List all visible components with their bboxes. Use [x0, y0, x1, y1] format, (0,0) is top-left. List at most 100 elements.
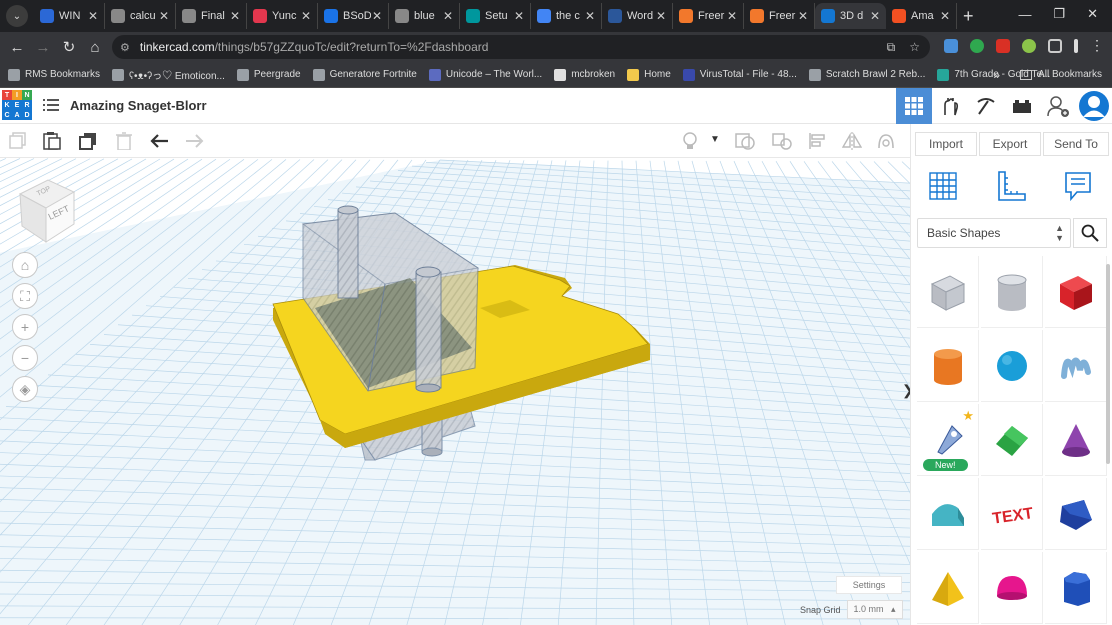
close-window-icon[interactable]: ✕: [1087, 6, 1098, 22]
close-tab-icon[interactable]: ✕: [88, 9, 98, 23]
chevron-down-icon[interactable]: ▼: [710, 134, 720, 145]
shape-round-roof[interactable]: [917, 478, 979, 550]
workplane-grid[interactable]: [0, 158, 910, 625]
search-icon[interactable]: [1073, 218, 1107, 248]
undo-icon[interactable]: [150, 132, 170, 150]
paste-icon[interactable]: [42, 132, 62, 150]
forward-icon[interactable]: →: [30, 39, 56, 56]
zoom-out-icon[interactable]: −: [12, 345, 38, 371]
shape-category-select[interactable]: Basic Shapes ▲ ▼: [917, 218, 1071, 248]
restore-icon[interactable]: ❐: [1053, 6, 1065, 22]
bookmark-item[interactable]: ʕ•ᴥ•ʔっ♡ Emoticon...: [112, 67, 225, 82]
browser-tab[interactable]: Setu ✕: [460, 3, 531, 29]
workplane-icon[interactable]: [927, 170, 959, 202]
browser-tab[interactable]: calcu ✕: [105, 3, 176, 29]
settings-button[interactable]: Settings: [836, 576, 902, 594]
close-tab-icon[interactable]: ✕: [727, 9, 737, 23]
shape-box-hole[interactable]: [917, 256, 979, 328]
browser-tab[interactable]: BSoD ✕: [318, 3, 389, 29]
mirror-icon[interactable]: [842, 132, 862, 150]
fit-view-icon[interactable]: ⛶: [12, 283, 38, 309]
shape-pyramid[interactable]: [917, 552, 979, 624]
bookmark-item[interactable]: VirusTotal - File - 48...: [682, 68, 797, 81]
browser-tab[interactable]: Freer ✕: [673, 3, 744, 29]
design-list-icon[interactable]: [43, 98, 59, 112]
shape-scribble[interactable]: [1045, 330, 1107, 402]
shape-cone[interactable]: [1045, 404, 1107, 476]
align-icon[interactable]: [808, 132, 828, 150]
browser-tab[interactable]: Yunc ✕: [247, 3, 318, 29]
bookmark-item[interactable]: Generatore Fortnite: [312, 68, 417, 81]
workplane-viewport[interactable]: TOP LEFT ⌂ ⛶ + − ◈ ❯ Settings Snap Grid …: [0, 158, 910, 625]
shape-polygon[interactable]: [1045, 478, 1107, 550]
browser-tab[interactable]: Word ✕: [602, 3, 673, 29]
home-icon[interactable]: ⌂: [82, 39, 108, 56]
side-panel-icon[interactable]: [1074, 39, 1078, 53]
duplicate-icon[interactable]: [78, 132, 98, 150]
close-tab-icon[interactable]: ✕: [230, 9, 240, 23]
extension-icon[interactable]: [996, 39, 1010, 53]
zoom-in-icon[interactable]: +: [12, 314, 38, 340]
browser-tab[interactable]: the c ✕: [531, 3, 602, 29]
pickaxe-icon[interactable]: [968, 88, 1004, 124]
panel-scrollbar[interactable]: [1106, 264, 1110, 464]
extension-icon[interactable]: [1022, 39, 1036, 53]
bookmark-item[interactable]: Scratch Brawl 2 Reb...: [808, 68, 925, 81]
shape-text[interactable]: TEXT: [981, 478, 1043, 550]
all-bookmarks[interactable]: All Bookmarks: [1038, 69, 1102, 80]
browser-tab[interactable]: blue ✕: [389, 3, 460, 29]
site-info-icon[interactable]: ⚙: [120, 41, 130, 54]
install-app-icon[interactable]: ⧉: [887, 40, 896, 55]
snap-grid-select[interactable]: 1.0 mm ▴: [846, 600, 903, 619]
light-bulb-icon[interactable]: [680, 132, 700, 150]
reload-icon[interactable]: ↻: [56, 38, 82, 56]
bookmark-item[interactable]: Unicode – The Worl...: [428, 68, 542, 81]
send-to-button[interactable]: Send To: [1043, 132, 1109, 156]
copy-icon[interactable]: [8, 132, 28, 150]
browser-tab[interactable]: WIN ✕: [34, 3, 105, 29]
hole-cylinder-front[interactable]: [415, 266, 442, 393]
bookmark-item[interactable]: mcbroken: [554, 68, 615, 81]
minimize-icon[interactable]: —: [1018, 7, 1031, 22]
blocks-view-icon[interactable]: [932, 88, 968, 124]
shape-hex-prism[interactable]: [1045, 552, 1107, 624]
ruler-icon[interactable]: [995, 170, 1027, 202]
avatar[interactable]: [1076, 88, 1112, 124]
bookmark-item[interactable]: RMS Bookmarks: [8, 68, 100, 81]
redo-icon[interactable]: [184, 132, 204, 150]
add-user-icon[interactable]: [1040, 88, 1076, 124]
bookmark-item[interactable]: Peergrade: [236, 68, 301, 81]
delete-icon[interactable]: [114, 132, 134, 150]
close-tab-icon[interactable]: ✕: [870, 9, 880, 23]
cruise-icon[interactable]: [876, 132, 896, 150]
browser-tab[interactable]: Freer ✕: [744, 3, 815, 29]
close-tab-icon[interactable]: ✕: [656, 9, 666, 23]
notes-icon[interactable]: [1063, 170, 1093, 202]
tinkercad-logo[interactable]: TINKERCAD: [2, 90, 32, 120]
new-tab-button[interactable]: +: [963, 6, 974, 27]
close-tab-icon[interactable]: ✕: [443, 9, 453, 23]
perspective-icon[interactable]: ◈: [12, 376, 38, 402]
puzzle-icon[interactable]: [1048, 39, 1062, 53]
bookmark-item[interactable]: Home: [627, 68, 671, 81]
close-tab-icon[interactable]: ✕: [301, 9, 311, 23]
brick-icon[interactable]: [1004, 88, 1040, 124]
shape-roof[interactable]: [981, 404, 1043, 476]
menu-icon[interactable]: ⋮: [1090, 38, 1104, 53]
browser-tab[interactable]: Final ✕: [176, 3, 247, 29]
close-tab-icon[interactable]: ✕: [585, 9, 595, 23]
browser-tab[interactable]: 3D d ✕: [815, 3, 886, 29]
3d-design-view-icon[interactable]: [896, 88, 932, 124]
close-tab-icon[interactable]: ✕: [798, 9, 808, 23]
close-tab-icon[interactable]: ✕: [514, 9, 524, 23]
close-tab-icon[interactable]: ✕: [940, 9, 950, 23]
extension-icon[interactable]: [944, 39, 958, 53]
view-cube[interactable]: TOP LEFT: [18, 178, 78, 244]
browser-tab[interactable]: Ama ✕: [886, 3, 957, 29]
shape-shape-generator[interactable]: ★ New!: [917, 404, 979, 476]
ungroup-icon[interactable]: [772, 132, 792, 150]
import-button[interactable]: Import: [915, 132, 977, 156]
back-icon[interactable]: ←: [4, 39, 30, 56]
tab-search-button[interactable]: ⌄: [6, 5, 28, 27]
shape-cylinder[interactable]: [917, 330, 979, 402]
